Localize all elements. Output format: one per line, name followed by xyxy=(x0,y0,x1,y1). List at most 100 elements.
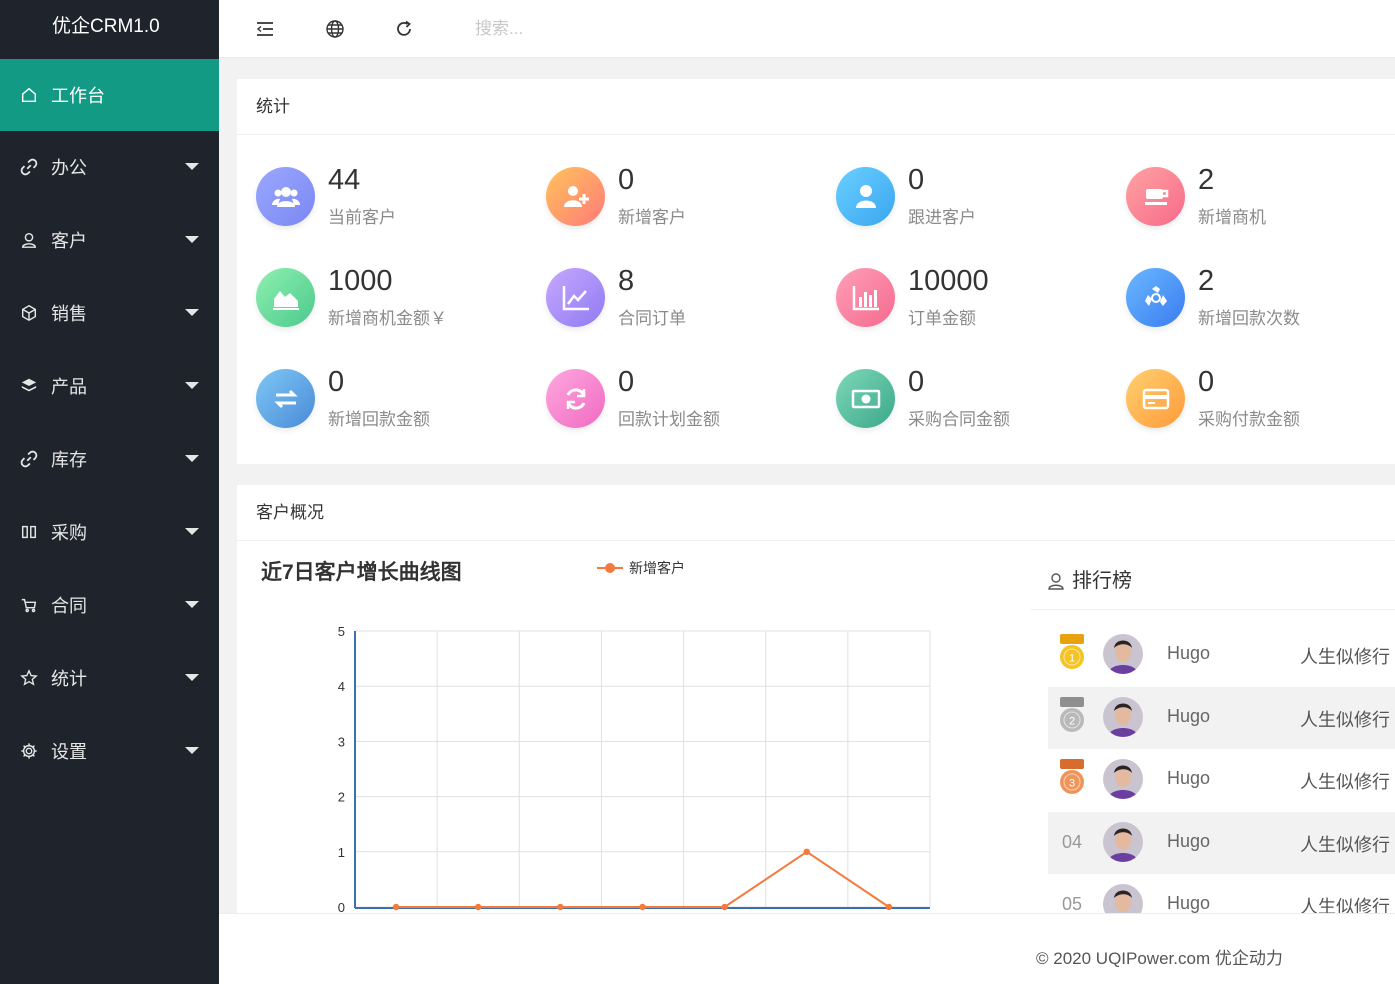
sidebar-item-label: 办公 xyxy=(51,158,87,178)
stat-value: 0 xyxy=(328,366,345,398)
sidebar: 优企CRM1.0 工作台 办公 客户 销售 产品 库存 采购 合同 统计 设置 xyxy=(0,0,219,984)
chart-legend[interactable]: 新增客户 xyxy=(597,558,685,578)
ranking-row[interactable]: 04 Hugo 人生似修行 xyxy=(1048,811,1395,874)
data-point xyxy=(475,903,482,911)
stat-label: 订单金额 xyxy=(908,309,976,328)
medal-rank: 1 xyxy=(1069,653,1075,665)
rank-user-name: Hugo xyxy=(1167,643,1211,663)
sidebar-item-label: 销售 xyxy=(51,304,87,324)
search-input[interactable] xyxy=(475,14,695,44)
data-point xyxy=(803,848,810,855)
y-tick-label: 4 xyxy=(338,679,345,694)
ranking-row[interactable]: 2 Hugo 人生似修行 xyxy=(1048,686,1395,749)
stat-tile[interactable]: 2 新增商机 xyxy=(1126,164,1395,247)
stat-label: 新增商机金额￥ xyxy=(328,309,447,328)
cart-icon xyxy=(20,596,38,614)
stat-tile[interactable]: 0 新增客户 xyxy=(546,164,826,247)
data-point xyxy=(639,903,646,911)
customer-overview-card: 客户概况 近7日客户增长曲线图 新增客户 012345 排行榜 1 Hugo 人生似… xyxy=(237,485,1395,915)
refresh-icon[interactable] xyxy=(392,17,416,41)
user-icon xyxy=(20,231,38,249)
stat-value: 0 xyxy=(908,164,925,196)
cup-icon xyxy=(1126,167,1185,226)
ranking-title: 排行榜 xyxy=(1072,569,1132,592)
caret-down-icon xyxy=(185,747,199,754)
stat-tile[interactable]: 44 当前客户 xyxy=(256,164,536,247)
data-point xyxy=(721,903,728,911)
line-chart-icon xyxy=(546,268,605,327)
avatar xyxy=(1103,634,1143,674)
stat-tile[interactable]: 0 采购合同金额 xyxy=(836,366,1116,449)
customer-card-title: 客户概况 xyxy=(237,485,1395,541)
app-logo: 优企CRM1.0 xyxy=(52,16,160,37)
sidebar-item-label: 采购 xyxy=(51,523,87,543)
sidebar-item-settings[interactable]: 设置 xyxy=(0,715,219,787)
stat-tile[interactable]: 8 合同订单 xyxy=(546,265,826,348)
sidebar-item-inventory[interactable]: 库存 xyxy=(0,423,219,495)
stat-tile[interactable]: 0 采购付款金额 xyxy=(1126,366,1395,449)
data-point xyxy=(885,903,893,911)
ranking-row[interactable]: 05 Hugo 人生似修行 xyxy=(1048,874,1395,915)
bar-chart-icon xyxy=(836,268,895,327)
data-point xyxy=(392,903,400,911)
card-icon xyxy=(1126,369,1185,428)
sidebar-item-statistics[interactable]: 统计 xyxy=(0,642,219,714)
stat-value: 0 xyxy=(618,366,635,398)
sidebar-item-workbench[interactable]: 工作台 xyxy=(0,59,219,131)
link-icon xyxy=(20,450,38,468)
columns-icon xyxy=(20,523,38,541)
ranking-panel: 排行榜 1 Hugo 人生似修行 2 Hugo 人生似修行 3 Hugo 人生似修行 04 Hugo… xyxy=(1030,540,1395,915)
rank-user-motto: 人生似修行 xyxy=(1300,834,1390,855)
sidebar-item-customer[interactable]: 客户 xyxy=(0,204,219,276)
legend-label: 新增客户 xyxy=(629,560,685,576)
stat-tile[interactable]: 1000 新增商机金额￥ xyxy=(256,265,536,348)
y-tick-label: 5 xyxy=(338,624,345,639)
stat-value: 10000 xyxy=(908,265,989,297)
stat-tile[interactable]: 0 新增回款金额 xyxy=(256,366,536,449)
rank-user-motto: 人生似修行 xyxy=(1300,897,1390,915)
y-tick-label: 1 xyxy=(338,845,345,860)
stat-tile[interactable]: 0 回款计划金额 xyxy=(546,366,826,449)
stat-value: 0 xyxy=(1198,366,1215,398)
line-chart: 012345 xyxy=(338,624,931,915)
stats-card: 统计 44 当前客户 0 新增客户 0 跟进客户 2 新增商机 1000 新增商机金额￥ 8 合同订单… xyxy=(237,79,1395,464)
rank-user-motto: 人生似修行 xyxy=(1300,647,1390,667)
exchange-icon xyxy=(256,369,315,428)
avatar xyxy=(1103,759,1143,799)
stat-label: 回款计划金额 xyxy=(618,410,720,429)
caret-down-icon xyxy=(185,455,199,462)
sidebar-item-sales[interactable]: 销售 xyxy=(0,277,219,349)
stat-tile[interactable]: 2 新增回款次数 xyxy=(1126,265,1395,348)
caret-down-icon xyxy=(185,528,199,535)
stat-label: 新增客户 xyxy=(618,208,686,227)
sidebar-item-purchase[interactable]: 采购 xyxy=(0,496,219,568)
stat-label: 新增回款金额 xyxy=(328,410,430,429)
globe-icon[interactable] xyxy=(323,17,347,41)
caret-down-icon xyxy=(185,309,199,316)
user-icon xyxy=(1048,572,1064,590)
user-plus-icon xyxy=(546,167,605,226)
series-line xyxy=(396,850,890,908)
legend-marker xyxy=(597,561,623,575)
stat-tile[interactable]: 0 跟进客户 xyxy=(836,164,1116,247)
stat-tile[interactable]: 10000 订单金额 xyxy=(836,265,1116,348)
sidebar-item-product[interactable]: 产品 xyxy=(0,350,219,422)
stat-label: 合同订单 xyxy=(618,309,686,328)
stat-value: 0 xyxy=(908,366,925,398)
avatar xyxy=(1103,821,1143,862)
rank-number: 05 xyxy=(1062,894,1083,914)
ranking-row[interactable]: 1 Hugo 人生似修行 xyxy=(1048,624,1395,686)
menu-fold-icon[interactable] xyxy=(253,17,277,41)
caret-down-icon xyxy=(185,601,199,608)
stat-label: 采购合同金额 xyxy=(908,410,1010,429)
ranking-row[interactable]: 3 Hugo 人生似修行 xyxy=(1048,749,1395,811)
copyright-text: © 2020 UQIPower.com 优企动力 xyxy=(1036,949,1283,968)
sidebar-item-label: 统计 xyxy=(51,669,87,689)
data-point xyxy=(557,903,564,911)
star-icon xyxy=(20,669,38,687)
stat-label: 当前客户 xyxy=(328,208,396,227)
ranking-header: 排行榜 xyxy=(1030,540,1395,610)
sidebar-item-office[interactable]: 办公 xyxy=(0,131,219,203)
sidebar-item-contract[interactable]: 合同 xyxy=(0,569,219,641)
footer: © 2020 UQIPower.com 优企动力 xyxy=(219,913,1395,984)
